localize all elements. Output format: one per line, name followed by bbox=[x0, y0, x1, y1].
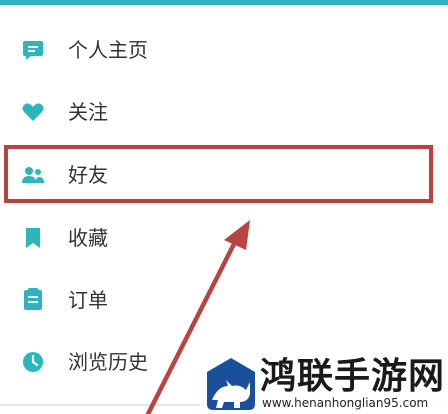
menu-item-label: 收藏 bbox=[68, 226, 108, 250]
menu-item-label: 个人主页 bbox=[68, 38, 148, 62]
profile-icon bbox=[20, 37, 46, 63]
menu-item-orders[interactable]: 订单 bbox=[0, 270, 448, 330]
menu-item-label: 关注 bbox=[68, 100, 108, 124]
bull-logo-icon bbox=[204, 356, 258, 412]
menu-screen: 个人主页 关注 好友 收藏 订单 浏览历史 鸿联手游网 www.henanhon… bbox=[0, 0, 448, 414]
clock-icon bbox=[20, 349, 46, 375]
menu-item-favorites[interactable]: 收藏 bbox=[0, 208, 448, 268]
heart-icon bbox=[20, 99, 46, 125]
annotation-highlight-box bbox=[4, 145, 433, 203]
menu-item-label: 订单 bbox=[68, 288, 108, 312]
menu-item-follow[interactable]: 关注 bbox=[0, 82, 448, 142]
menu-item-label: 浏览历史 bbox=[68, 350, 148, 374]
top-accent-bar bbox=[0, 0, 448, 5]
watermark: 鸿联手游网 www.henanhonglian95.com bbox=[200, 354, 448, 414]
watermark-url: www.henanhonglian95.com bbox=[262, 396, 429, 410]
order-icon bbox=[20, 287, 46, 313]
watermark-title: 鸿联手游网 bbox=[260, 355, 446, 397]
menu-item-profile[interactable]: 个人主页 bbox=[0, 20, 448, 80]
bookmark-icon bbox=[20, 225, 46, 251]
